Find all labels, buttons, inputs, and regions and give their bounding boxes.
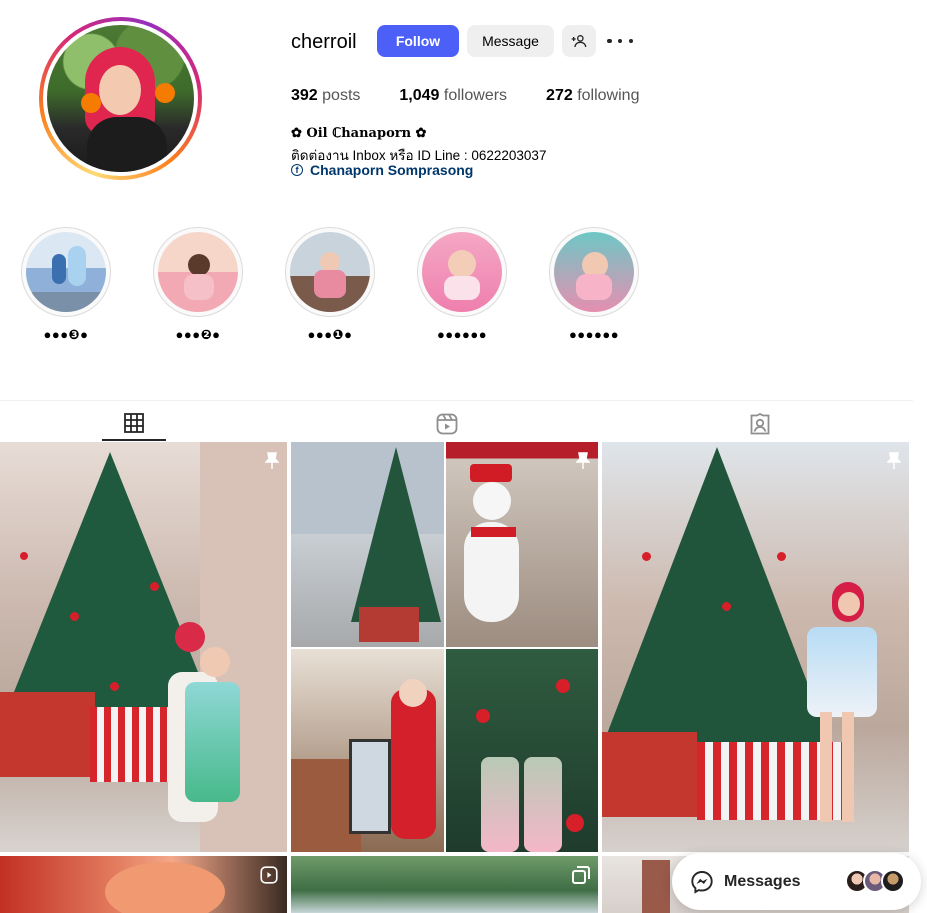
story-highlight[interactable]: ●●●●●● (549, 227, 639, 342)
messages-button[interactable]: Messages (672, 853, 921, 910)
highlight-cover (158, 232, 238, 312)
followers-count: 1,049 (399, 87, 440, 104)
reel-icon (260, 866, 278, 884)
followers-label: followers (443, 87, 508, 104)
messenger-icon (691, 870, 713, 894)
story-highlight[interactable]: ●●●●●● (417, 227, 507, 342)
bio-link[interactable]: f Chanaporn Somprasong (291, 162, 473, 178)
tagged-icon (750, 413, 770, 435)
highlight-label: ●●●❷● (175, 327, 221, 342)
story-highlight[interactable]: ●●●❶● (285, 227, 375, 343)
post-thumbnail[interactable] (0, 856, 287, 913)
highlight-cover (422, 232, 502, 312)
profile-tabs (0, 400, 913, 442)
suggest-accounts-button[interactable] (562, 25, 596, 57)
post-thumbnail[interactable] (0, 442, 287, 852)
highlight-label: ●●●❸● (43, 327, 89, 342)
following-stat[interactable]: 272 following (546, 87, 639, 105)
tab-tagged[interactable] (728, 407, 792, 441)
highlight-label: ●●●●●● (436, 327, 488, 342)
posts-stat: 392 posts (291, 87, 360, 105)
add-user-icon (571, 35, 587, 48)
bio-link-text: Chanaporn Somprasong (310, 162, 474, 178)
avatar (881, 869, 905, 893)
highlight-cover (554, 232, 634, 312)
profile-avatar[interactable] (39, 17, 202, 180)
reels-icon (436, 413, 458, 435)
following-label: following (577, 87, 640, 104)
grid-icon (124, 413, 144, 433)
dot (617, 38, 623, 44)
avatar-photo (47, 25, 194, 172)
message-button[interactable]: Message (467, 25, 554, 57)
bio-display-name: ✿ 𝐎𝐢𝐥 ℂ𝐡𝐚𝐧𝐚𝐩𝐨𝐫𝐧 ✿ (291, 126, 427, 141)
post-thumbnail[interactable] (291, 856, 598, 913)
dot (628, 38, 633, 44)
messages-label: Messages (724, 872, 801, 890)
post-thumbnail[interactable] (602, 442, 909, 852)
post-thumbnail[interactable] (291, 442, 598, 852)
profile-username: cherroil (291, 31, 357, 53)
facebook-icon: f (291, 164, 303, 176)
highlight-cover (290, 232, 370, 312)
tab-posts[interactable] (102, 407, 166, 441)
highlight-label: ●●●●●● (568, 327, 620, 342)
pin-icon (576, 452, 590, 469)
follow-button[interactable]: Follow (377, 25, 459, 57)
story-highlight[interactable]: ●●●❷● (153, 227, 243, 343)
pin-icon (265, 452, 279, 469)
carousel-icon (572, 866, 590, 884)
posts-label: posts (322, 87, 361, 104)
highlight-cover (26, 232, 106, 312)
highlight-label: ●●●❶● (307, 327, 353, 342)
more-options-button[interactable] (607, 34, 633, 48)
pin-icon (887, 452, 901, 469)
profile-stats: 392 posts 1,049 followers 272 following (291, 87, 678, 105)
story-highlight[interactable]: ●●●❸● (21, 227, 111, 343)
posts-count: 392 (291, 87, 318, 104)
tab-reels[interactable] (415, 407, 479, 441)
following-count: 272 (546, 87, 573, 104)
recent-chats-avatars (845, 869, 905, 893)
dot (607, 38, 612, 44)
followers-stat[interactable]: 1,049 followers (399, 87, 507, 105)
